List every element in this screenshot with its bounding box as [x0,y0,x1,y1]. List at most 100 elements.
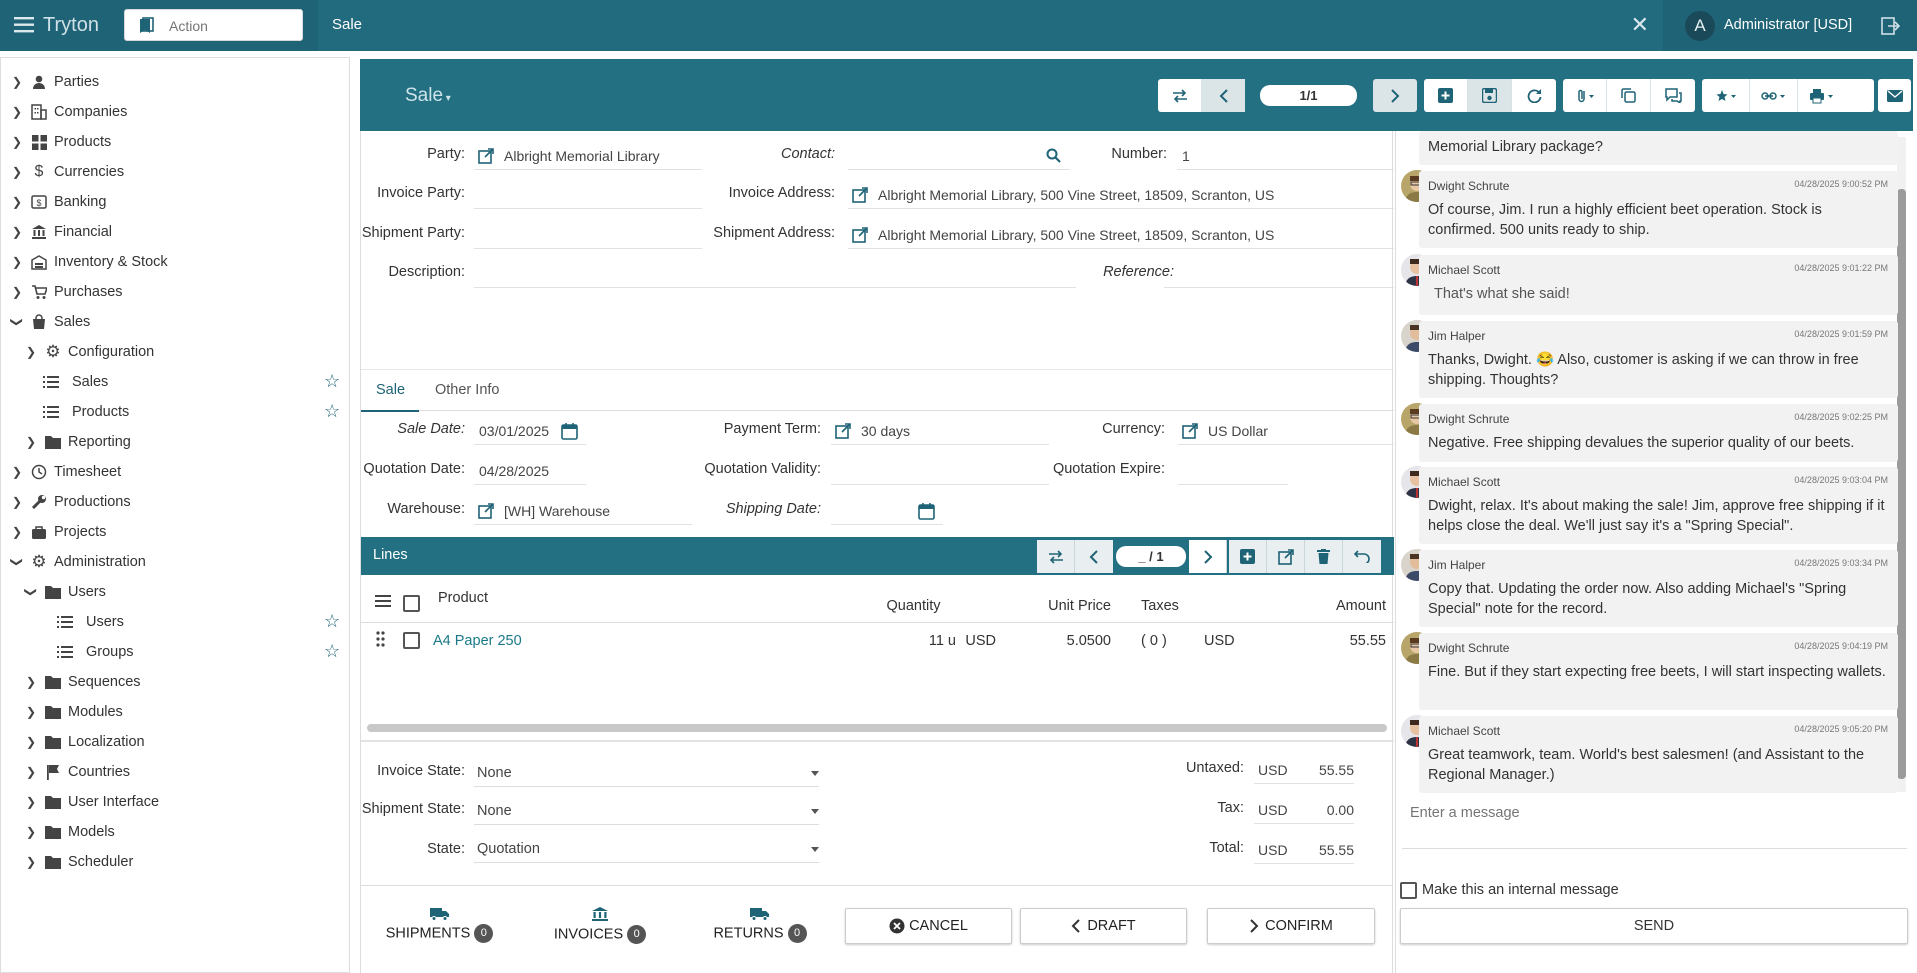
drag-handle-icon[interactable] [376,631,385,647]
star-icon[interactable]: ☆ [324,401,340,422]
next-record-button[interactable] [1373,79,1417,112]
user-name[interactable]: Administrator [USD] [1724,17,1852,33]
sidebar-item-inventory-stock[interactable]: ❯ Inventory & Stock [11,249,168,275]
state-select[interactable]: Quotation [474,835,819,863]
chevron-right-icon[interactable]: ❯ [11,465,23,479]
quotation-expire-field[interactable] [1178,457,1288,485]
row-checkbox[interactable] [403,632,420,649]
reload-icon[interactable] [1512,79,1556,112]
open-link-icon[interactable] [478,147,494,164]
sidebar-item-banking[interactable]: ❯ $ Banking [11,189,106,215]
sidebar-item-productions[interactable]: ❯ Productions [11,489,131,515]
returns-button[interactable]: RETURNS 0 [710,906,810,943]
action-search[interactable] [124,9,303,41]
chevron-down-icon[interactable] [811,847,819,852]
invoice-address-field[interactable]: Albright Memorial Library, 500 Vine Stre… [848,181,1394,209]
attachment-icon[interactable] [1563,79,1607,112]
col-unit-price[interactable]: Unit Price [1021,598,1111,614]
new-line-icon[interactable] [1229,540,1267,573]
next-line-icon[interactable] [1189,540,1227,573]
horizontal-scrollbar[interactable] [367,724,1387,732]
star-icon[interactable]: ☆ [324,371,340,392]
chevron-right-icon[interactable]: ❯ [11,495,23,509]
chevron-right-icon[interactable]: ❯ [25,795,37,809]
number-field[interactable]: 1 [1177,142,1394,170]
form-title[interactable]: Sale ▾ [405,85,451,107]
currency-field[interactable]: US Dollar [1178,417,1394,445]
sidebar-item-configuration[interactable]: ❯ ⚙ Configuration [25,339,154,365]
open-link-icon[interactable] [1182,422,1198,439]
chevron-right-icon[interactable]: ❯ [25,675,37,689]
invoice-state-select[interactable]: None [474,759,819,787]
chevron-down-icon[interactable]: ❯ [10,316,24,328]
sidebar-item-companies[interactable]: ❯ Companies [11,99,127,125]
contact-field[interactable] [848,142,1070,170]
save-icon[interactable] [1468,79,1512,112]
action-input[interactable] [169,16,294,36]
app-brand[interactable]: Tryton [43,14,99,37]
line-product-link[interactable]: A4 Paper 250 [433,633,522,649]
table-row[interactable]: A4 Paper 250 11 u USD 5.0500 ( 0 ) USD 5… [361,623,1394,659]
tab-other-info[interactable]: Other Info [435,382,499,398]
col-taxes[interactable]: Taxes [1141,598,1179,614]
sale-date-field[interactable]: 03/01/2025 [474,417,586,445]
copy-icon[interactable] [1607,79,1651,112]
sidebar-item-models[interactable]: ❯ Models [25,819,115,845]
chevron-right-icon[interactable]: ❯ [11,255,23,269]
line-position[interactable]: _ / 1 [1116,546,1186,567]
sidebar-item-administration[interactable]: ❯ ⚙ Administration [10,549,146,575]
star-icon[interactable]: ☆ [324,641,340,662]
invoices-button[interactable]: INVOICES 0 [550,906,650,944]
previous-record-icon[interactable] [1202,79,1245,112]
chevron-right-icon[interactable]: ❯ [11,285,23,299]
select-all-checkbox[interactable] [403,595,420,612]
sidebar-item-users[interactable]: Users [57,609,124,635]
switch-view-icon[interactable] [1037,540,1075,573]
invoice-party-field[interactable] [474,181,702,209]
open-link-icon[interactable] [478,502,494,519]
open-link-icon[interactable] [852,226,868,243]
next-record-icon[interactable] [1373,79,1417,112]
new-record-icon[interactable] [1424,79,1468,112]
chevron-down-icon[interactable] [811,809,819,814]
chevron-right-icon[interactable]: ❯ [11,75,23,89]
sidebar-item-sequences[interactable]: ❯ Sequences [25,669,141,695]
sidebar-item-purchases[interactable]: ❯ Purchases [11,279,123,305]
chevron-right-icon[interactable]: ❯ [11,225,23,239]
quotation-validity-field[interactable] [831,457,1049,485]
tab-sale[interactable]: Sale ✕ [318,0,1663,51]
shipment-address-field[interactable]: Albright Memorial Library, 500 Vine Stre… [848,221,1394,249]
columns-menu-icon[interactable] [375,594,391,607]
chevron-right-icon[interactable]: ❯ [25,825,37,839]
sidebar-item-parties[interactable]: ❯ Parties [11,69,99,95]
cancel-button[interactable]: CANCEL [845,908,1012,944]
chevron-right-icon[interactable]: ❯ [25,855,37,869]
calendar-icon[interactable] [561,423,578,440]
email-button[interactable] [1878,79,1911,112]
chevron-right-icon[interactable]: ❯ [11,135,23,149]
shipments-button[interactable]: SHIPMENTS 0 [382,906,497,943]
sidebar-item-projects[interactable]: ❯ Projects [11,519,106,545]
previous-line-icon[interactable] [1075,540,1113,573]
open-link-icon[interactable] [852,186,868,203]
chevron-right-icon[interactable]: ❯ [25,435,37,449]
chat-scrollbar-thumb[interactable] [1897,189,1906,779]
sidebar-item-modules[interactable]: ❯ Modules [25,699,123,725]
sidebar-item-products[interactable]: ❯ Products [11,129,111,155]
shipment-state-select[interactable]: None [474,797,819,825]
star-icon[interactable]: ☆ [324,611,340,632]
bookmark-icon[interactable] [137,17,155,35]
open-link-icon[interactable] [835,422,851,439]
chevron-down-icon[interactable]: ❯ [10,556,24,568]
calendar-icon[interactable] [918,503,935,520]
payment-term-field[interactable]: 30 days [831,417,1049,445]
email-icon[interactable] [1878,79,1911,112]
print-icon[interactable] [1798,79,1846,112]
quotation-date-field[interactable]: 04/28/2025 [474,457,586,485]
sidebar-item-reporting[interactable]: ❯ Reporting [25,429,131,455]
confirm-button[interactable]: CONFIRM [1207,908,1375,944]
action-gear-icon[interactable] [1702,79,1750,112]
party-field[interactable]: Albright Memorial Library [474,142,702,170]
chevron-right-icon[interactable]: ❯ [25,345,37,359]
sidebar-item-sales-products[interactable]: Products [43,399,129,425]
